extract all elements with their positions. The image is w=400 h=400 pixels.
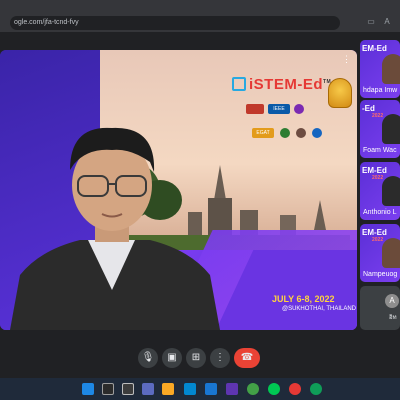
font-size-icon[interactable]: A: [382, 17, 392, 27]
mail-icon[interactable]: [205, 383, 217, 395]
participant-name: hdapa Imw: [363, 87, 398, 94]
task-view-icon[interactable]: [122, 383, 134, 395]
camera-button[interactable]: ▣: [162, 348, 182, 368]
tile-logo-text: EM-Ed: [362, 44, 387, 53]
mic-icon: 🎙: [141, 352, 155, 363]
mic-button[interactable]: 🎙: [138, 348, 158, 368]
edge-icon[interactable]: [310, 383, 322, 395]
participant-name: Nampeuog: [363, 271, 398, 278]
chat-icon[interactable]: [142, 383, 154, 395]
present-icon: ⊞: [191, 352, 201, 363]
avatar: A: [385, 294, 399, 308]
sponsor-egat-logo: EGAT: [252, 128, 274, 138]
camera-icon: ▣: [167, 352, 177, 363]
taskbar: [0, 378, 400, 400]
browser-icon[interactable]: [289, 383, 301, 395]
present-button[interactable]: ⊞: [186, 348, 206, 368]
meet-window: ogle.com/jfa-tcnd-fvy ▭ A iSTEM-EdTM IEE…: [0, 0, 400, 400]
participant-face: [382, 114, 400, 144]
address-bar: ogle.com/jfa-tcnd-fvy ▭ A: [0, 14, 400, 32]
start-icon[interactable]: [82, 383, 94, 395]
conference-logo: iSTEM-EdTM: [232, 76, 331, 93]
store-icon[interactable]: [184, 383, 196, 395]
line-icon[interactable]: [268, 383, 280, 395]
end-call-icon: ☎: [240, 352, 254, 363]
sponsor-logo: [312, 128, 322, 138]
url-field[interactable]: ogle.com/jfa-tcnd-fvy: [10, 16, 340, 30]
participant-face: [382, 54, 400, 84]
camera-indicator-icon[interactable]: ▭: [366, 17, 376, 27]
file-explorer-icon[interactable]: [162, 383, 174, 395]
sponsor-logo: [294, 104, 304, 114]
participant-tile[interactable]: EM-Ed 2022 Anthonio L: [360, 162, 400, 220]
teams-icon[interactable]: [226, 383, 238, 395]
mic-muted-indicator-icon: ⋮: [342, 54, 351, 64]
participant-face: [382, 176, 400, 206]
sponsor-logo: [296, 128, 306, 138]
sponsor-logo: [246, 104, 264, 114]
participant-tile[interactable]: EM-Ed 2022 Nampeuog: [360, 224, 400, 282]
participant-tile[interactable]: -Ed 2022 Foam Wac: [360, 100, 400, 158]
chrome-icon[interactable]: [247, 383, 259, 395]
tile-year-text: 2022: [372, 237, 384, 243]
conference-date: JULY 6-8, 2022: [272, 294, 335, 304]
participant-face: [382, 238, 400, 268]
sponsor-logo: [280, 128, 290, 138]
url-text: ogle.com/jfa-tcnd-fvy: [14, 19, 79, 26]
self-view-label: อิท: [389, 315, 397, 321]
browser-tab-strip: [0, 0, 400, 14]
conference-logo-text: iSTEM-Ed: [249, 76, 323, 93]
more-icon: ⋮: [215, 352, 225, 363]
university-seal-icon: [328, 78, 352, 108]
self-view-tile[interactable]: A อิท: [360, 286, 400, 330]
logo-mark-icon: [232, 77, 246, 91]
main-video-tile[interactable]: iSTEM-EdTM IEEE EGAT JULY 6-8, 2022 @SUK…: [0, 50, 357, 330]
conference-location: @SUKHOTHAI, THAILAND: [282, 306, 356, 312]
participant-name: Anthonio L: [363, 209, 397, 216]
tile-logo-text: -Ed: [362, 104, 375, 113]
sponsor-ieee-logo: IEEE: [268, 104, 290, 114]
end-call-button[interactable]: ☎: [234, 348, 260, 368]
more-options-button[interactable]: ⋮: [210, 348, 230, 368]
speaker-video: [10, 127, 220, 330]
search-icon[interactable]: [102, 383, 114, 395]
tile-year-text: 2022: [372, 175, 384, 181]
participant-name: Foam Wac: [363, 147, 397, 154]
tile-year-text: 2022: [372, 113, 384, 119]
participant-tile[interactable]: EM-Ed hdapa Imw: [360, 40, 400, 98]
tile-logo-text: EM-Ed: [362, 228, 387, 237]
tile-logo-text: EM-Ed: [362, 166, 387, 175]
